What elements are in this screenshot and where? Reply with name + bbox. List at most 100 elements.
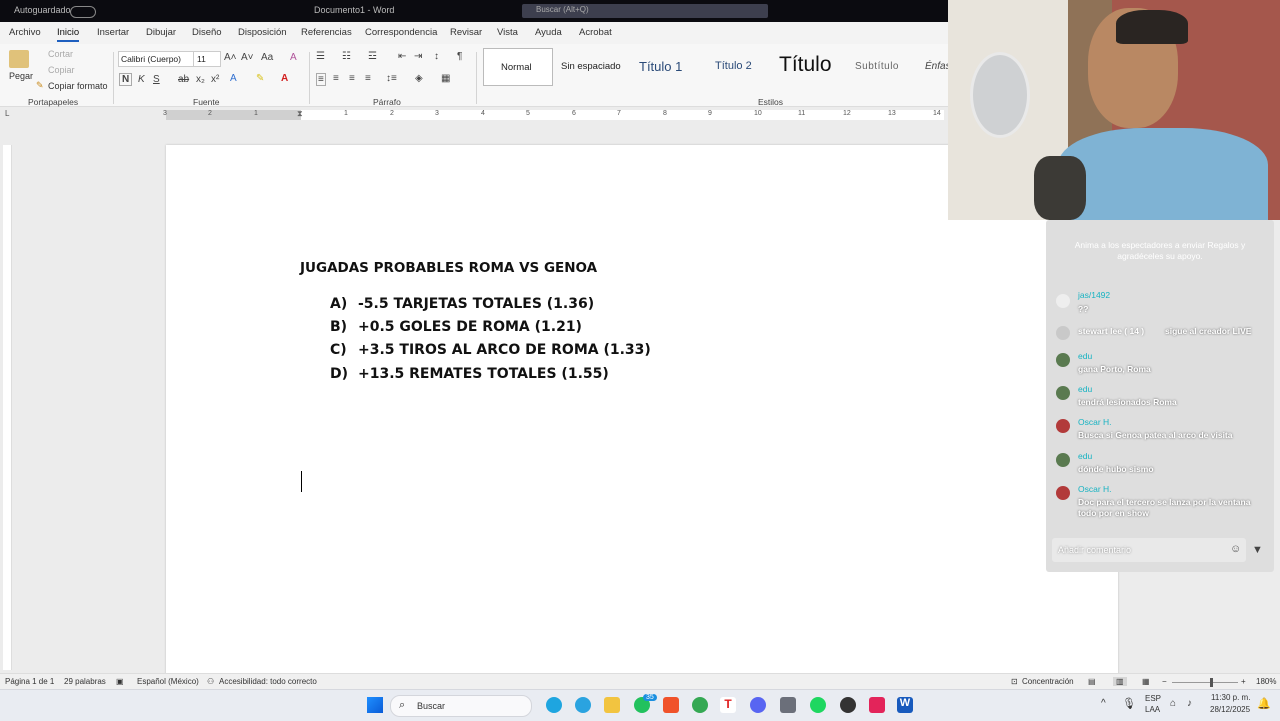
chat-username[interactable]: Oscar H. xyxy=(1078,484,1112,494)
accessibility-status[interactable]: Accesibilidad: todo correcto xyxy=(219,677,317,686)
language-status[interactable]: Español (México) xyxy=(137,677,199,686)
vertical-ruler[interactable] xyxy=(3,145,12,670)
format-painter-icon[interactable]: ✎ xyxy=(36,80,44,91)
clock-time[interactable]: 11:30 p. m. xyxy=(1211,693,1250,702)
chat-username[interactable]: jas/1492 xyxy=(1078,290,1110,300)
justify-icon[interactable]: ≡ xyxy=(365,73,371,84)
zoom-slider-thumb[interactable] xyxy=(1210,678,1213,687)
style-title[interactable]: Título xyxy=(779,53,832,77)
keyboard-layout[interactable]: LAA xyxy=(1145,705,1160,714)
page-count[interactable]: Página 1 de 1 xyxy=(5,677,54,686)
avatar[interactable] xyxy=(1056,486,1070,500)
paragraph-mark-icon[interactable]: ¶ xyxy=(457,51,462,62)
read-mode-icon[interactable]: ▤ xyxy=(1088,677,1096,686)
sort-icon[interactable]: ↕ xyxy=(434,51,439,62)
avatar[interactable] xyxy=(1056,419,1070,433)
tab-dibujar[interactable]: Dibujar xyxy=(146,27,176,38)
chat-username[interactable]: edu xyxy=(1078,351,1092,361)
calculator-icon[interactable] xyxy=(780,697,796,713)
zoom-level[interactable]: 180% xyxy=(1256,677,1276,686)
tab-disposicion[interactable]: Disposición xyxy=(238,27,287,38)
tab-acrobat[interactable]: Acrobat xyxy=(579,27,612,38)
spotify-icon[interactable] xyxy=(810,697,826,713)
style-no-spacing[interactable]: Sin espaciado xyxy=(561,61,621,72)
highlight-icon[interactable]: ✎ xyxy=(256,73,264,84)
copy-button[interactable]: Copiar xyxy=(48,65,75,75)
align-center-icon[interactable]: ≡ xyxy=(333,73,339,84)
multilevel-list-icon[interactable]: ☲ xyxy=(368,51,377,62)
font-color-icon[interactable]: A xyxy=(281,73,288,84)
volume-icon[interactable]: ♪ xyxy=(1187,698,1192,709)
send-icon[interactable]: ▼ xyxy=(1252,544,1263,556)
emoji-icon[interactable]: ☺ xyxy=(1230,543,1241,555)
chat-username[interactable]: stewart lee ( 14 ) xyxy=(1078,326,1144,336)
avatar[interactable] xyxy=(1056,386,1070,400)
app-icon[interactable] xyxy=(840,697,856,713)
paste-button[interactable]: Pegar xyxy=(9,71,33,81)
change-case-icon[interactable]: Aa xyxy=(261,52,273,63)
network-icon[interactable]: ⌂ xyxy=(1170,698,1176,709)
discord-icon[interactable] xyxy=(750,697,766,713)
italic-button[interactable]: K xyxy=(138,74,145,85)
zoom-out-icon[interactable]: − xyxy=(1162,677,1167,686)
comment-input[interactable]: Añadir comentario ☺ xyxy=(1052,538,1246,562)
line-spacing-icon[interactable]: ↕≡ xyxy=(386,73,397,84)
tab-ayuda[interactable]: Ayuda xyxy=(535,27,562,38)
tab-archivo[interactable]: Archivo xyxy=(9,27,41,38)
style-normal[interactable]: Normal xyxy=(483,48,553,86)
tab-selector-icon[interactable]: L xyxy=(5,109,9,118)
accessibility-icon[interactable]: ⚇ xyxy=(207,677,214,686)
clear-format-icon[interactable]: A xyxy=(290,52,297,63)
windows-start-icon[interactable] xyxy=(367,697,383,713)
clipboard-icon[interactable] xyxy=(9,50,29,68)
align-left-icon[interactable]: ≡ xyxy=(316,73,326,86)
document-page[interactable]: JUGADAS PROBABLES ROMA VS GENOA A) -5.5 T… xyxy=(166,145,1118,685)
taskbar-search[interactable]: ⌕ Buscar xyxy=(390,695,532,717)
avatar[interactable] xyxy=(1056,294,1070,308)
text-effects-icon[interactable]: A xyxy=(230,73,237,84)
proofing-icon[interactable]: ▣ xyxy=(116,677,124,686)
bold-button[interactable]: N xyxy=(119,73,133,86)
shading-icon[interactable]: ◈ xyxy=(415,73,423,84)
bullets-icon[interactable]: ☰ xyxy=(316,51,325,62)
underline-button[interactable]: S xyxy=(153,74,160,85)
increase-indent-icon[interactable]: ⇥ xyxy=(414,51,422,62)
shrink-font-icon[interactable]: A˅ xyxy=(241,52,254,63)
tab-insertar[interactable]: Insertar xyxy=(97,27,129,38)
focus-mode[interactable]: Concentración xyxy=(1022,677,1074,686)
web-layout-icon[interactable]: ▦ xyxy=(1142,677,1150,686)
file-explorer-icon[interactable] xyxy=(604,697,620,713)
notification-icon[interactable]: 🔔 xyxy=(1257,697,1271,710)
chevron-up-icon[interactable]: ^ xyxy=(1101,698,1106,709)
strikethrough-icon[interactable]: ab xyxy=(178,74,189,85)
zoom-in-icon[interactable]: + xyxy=(1241,677,1246,686)
focus-icon[interactable]: ⊡ xyxy=(1011,677,1018,686)
style-emphasis[interactable]: Énfas xyxy=(925,61,951,72)
align-right-icon[interactable]: ≡ xyxy=(349,73,355,84)
brave-icon[interactable] xyxy=(663,697,679,713)
telegram-icon[interactable] xyxy=(575,697,591,713)
microphone-icon[interactable]: 🎙 xyxy=(1122,697,1136,710)
decrease-indent-icon[interactable]: ⇤ xyxy=(398,51,406,62)
style-subtitle[interactable]: Subtítulo xyxy=(855,61,899,72)
autosave-toggle[interactable] xyxy=(70,6,96,18)
zoom-slider[interactable] xyxy=(1172,682,1238,683)
typora-icon[interactable]: T xyxy=(720,697,736,713)
avatar[interactable] xyxy=(1056,453,1070,467)
cut-button[interactable]: Cortar xyxy=(48,49,73,59)
indent-marker-icon[interactable]: ⧗ xyxy=(297,109,303,119)
tab-correspondencia[interactable]: Correspondencia xyxy=(365,27,437,38)
chrome-icon[interactable] xyxy=(692,697,708,713)
chat-username[interactable]: edu xyxy=(1078,451,1092,461)
horizontal-ruler[interactable]: L 3 2 1 ⧗ 1 2 3 4 5 6 7 8 9 10 11 12 13 … xyxy=(0,107,948,123)
font-name-select[interactable]: Calibri (Cuerpo) xyxy=(118,51,194,67)
language-indicator[interactable]: ESP xyxy=(1145,694,1161,703)
chat-username[interactable]: edu xyxy=(1078,384,1092,394)
tab-inicio[interactable]: Inicio xyxy=(57,27,80,42)
edge-icon[interactable] xyxy=(546,697,562,713)
numbering-icon[interactable]: ☷ xyxy=(342,51,351,62)
avatar[interactable] xyxy=(1056,353,1070,367)
tab-diseno[interactable]: Diseño xyxy=(192,27,222,38)
word-icon[interactable]: W xyxy=(897,697,913,713)
tab-referencias[interactable]: Referencias xyxy=(301,27,352,38)
